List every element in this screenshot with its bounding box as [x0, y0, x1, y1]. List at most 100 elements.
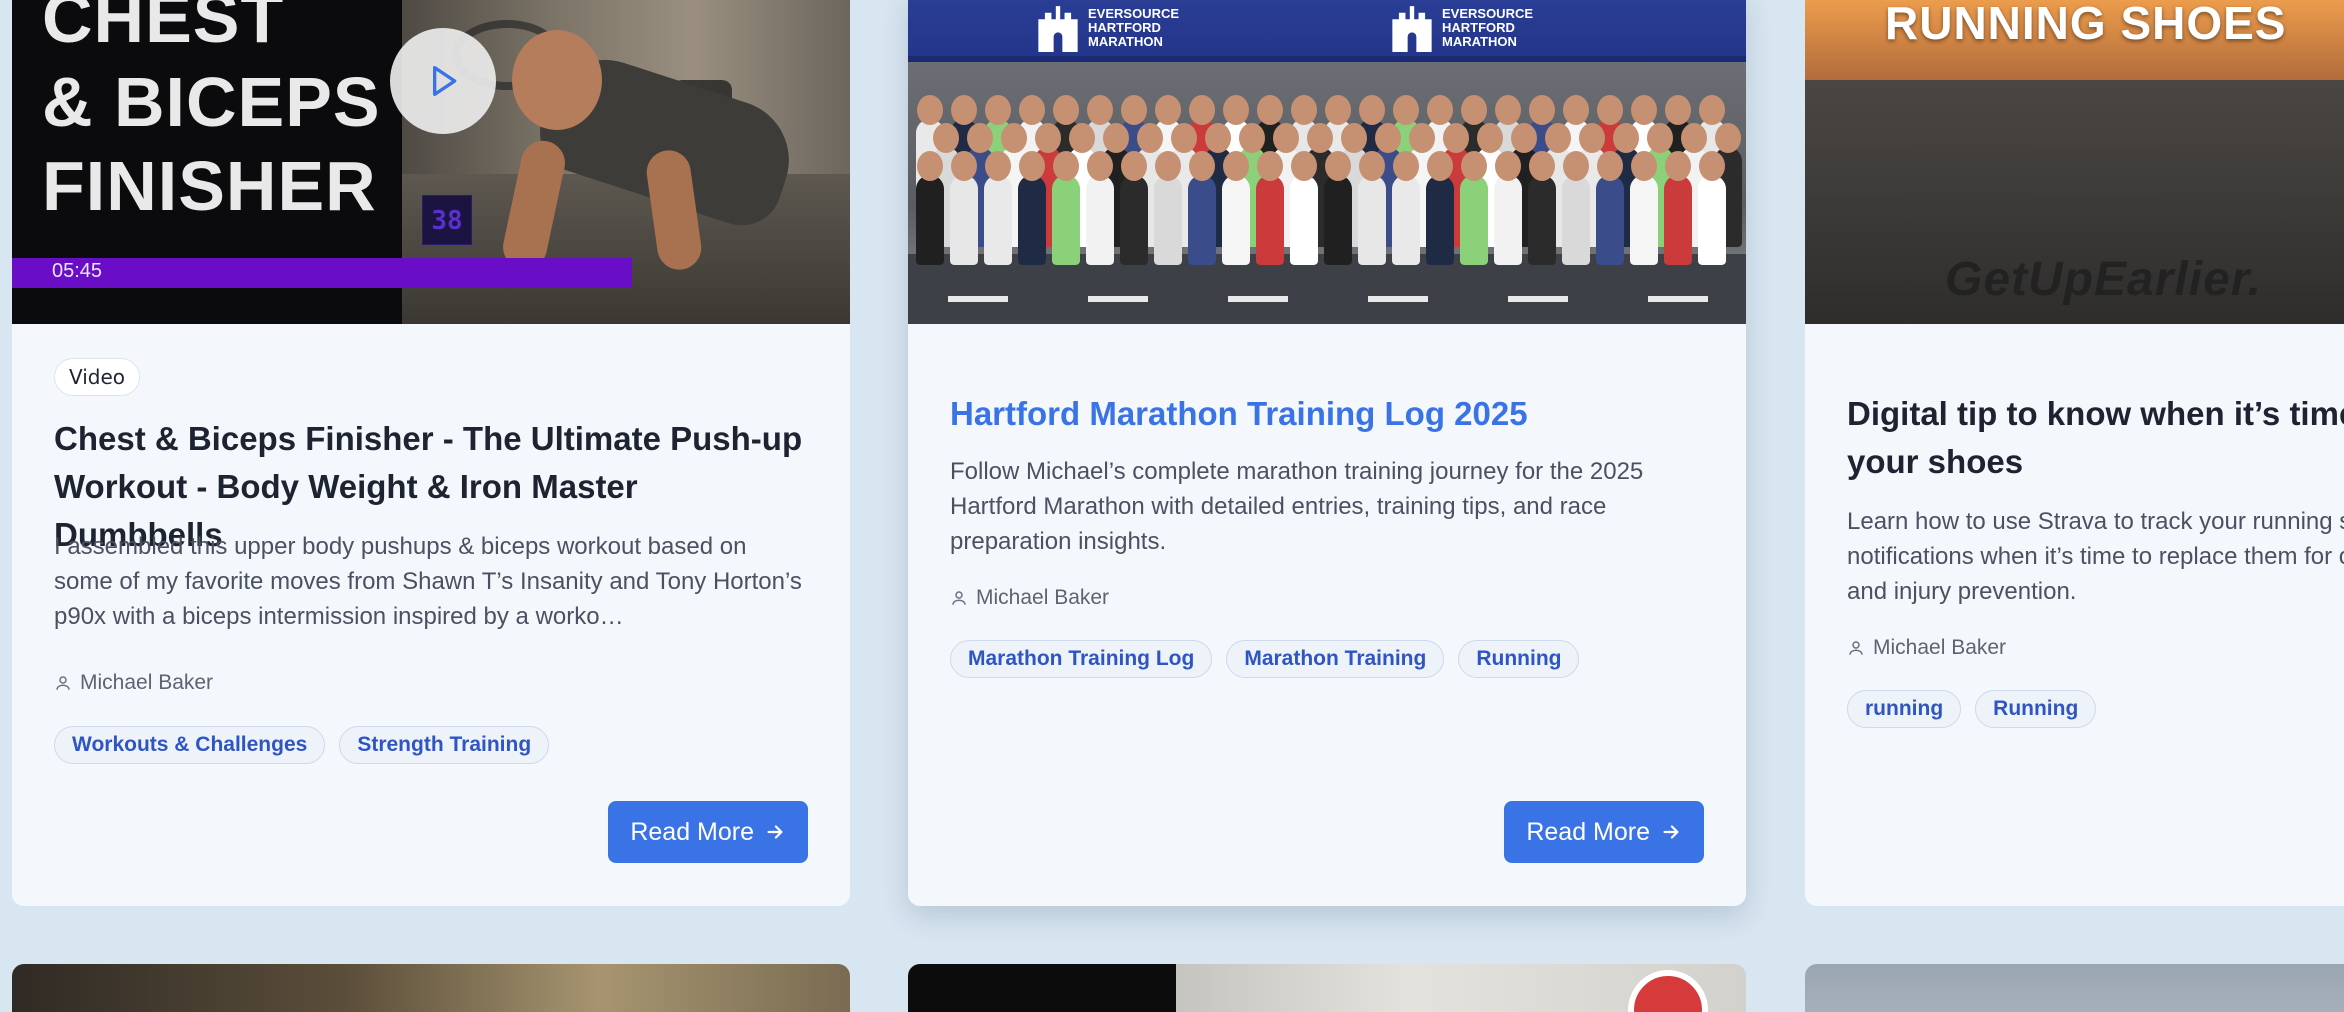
post-card-thumbnail-peek[interactable]: [908, 964, 1746, 1012]
runner-head: [1189, 95, 1215, 125]
runner-head: [1273, 123, 1299, 153]
runner-head: [1699, 95, 1725, 125]
content-type-badge: Video: [54, 358, 141, 396]
runner-head: [1427, 95, 1453, 125]
tag-pill[interactable]: Workouts & Challenges: [54, 726, 326, 764]
runner-head: [1495, 95, 1521, 125]
runner-head: [1563, 151, 1589, 181]
tag-list: running Running: [1847, 690, 2344, 728]
runner-head: [1427, 151, 1453, 181]
runner-figure: [1358, 175, 1386, 265]
post-author: Michael Baker: [1847, 636, 2344, 660]
runner-head: [1155, 151, 1181, 181]
runner-figure: [1052, 175, 1080, 265]
video-thumbnail[interactable]: CHEST & BICEPS FINISHER 38 05:45: [12, 0, 850, 324]
arrow-right-icon: [1663, 825, 1679, 839]
post-thumbnail[interactable]: EVERSOURCE HARTFORD MARATHON EVERSOURCE …: [908, 0, 1746, 324]
runner-head: [1545, 123, 1571, 153]
runner-head: [1239, 123, 1265, 153]
runner-head: [1665, 95, 1691, 125]
tag-pill[interactable]: Marathon Training Log: [950, 640, 1213, 678]
post-card-thumbnail-peek[interactable]: [1805, 964, 2344, 1012]
runner-head: [1597, 151, 1623, 181]
runner-figure: [950, 175, 978, 265]
race-logo-line2: HARTFORD: [1088, 20, 1161, 35]
castle-logo-icon: [1392, 6, 1432, 52]
read-more-button[interactable]: Read More: [608, 801, 808, 863]
runner-head: [1631, 151, 1657, 181]
post-card-thumbnail-peek[interactable]: [12, 964, 850, 1012]
runner-head: [1171, 123, 1197, 153]
runner-head: [1613, 123, 1639, 153]
runner-head: [1121, 151, 1147, 181]
runner-head: [1121, 95, 1147, 125]
post-title[interactable]: Hartford Marathon Training Log 2025: [950, 390, 1704, 438]
read-more-label: Read More: [630, 817, 754, 846]
runner-figure: [1018, 175, 1046, 265]
runner-head: [1529, 151, 1555, 181]
post-card-hartford-marathon[interactable]: EVERSOURCE HARTFORD MARATHON EVERSOURCE …: [908, 0, 1746, 906]
author-name: Michael Baker: [976, 586, 1110, 609]
runner-figure: [1562, 175, 1590, 265]
post-excerpt: Follow Michael’s complete marathon train…: [950, 458, 1644, 555]
runner-head: [1087, 151, 1113, 181]
post-title[interactable]: Digital tip to know when it’s time to re…: [1847, 390, 2344, 486]
runner-head: [1579, 123, 1605, 153]
post-excerpt: Learn how to use Strava to track your ru…: [1847, 508, 2344, 605]
post-author: Michael Baker: [54, 671, 808, 695]
author-name: Michael Baker: [1873, 636, 2007, 659]
video-rep-counter: 38: [422, 195, 472, 245]
runner-head: [1681, 123, 1707, 153]
runner-head: [1257, 95, 1283, 125]
runner-figure: [1664, 175, 1692, 265]
blog-grid: CHEST & BICEPS FINISHER 38 05:45 Video C…: [0, 0, 2344, 1012]
play-button[interactable]: [390, 28, 496, 134]
read-more-button[interactable]: Read More: [1504, 801, 1704, 863]
post-thumbnail[interactable]: RUNNING SHOES GetUpEarlier.: [1805, 0, 2344, 324]
runner-head: [1529, 95, 1555, 125]
runner-figure: [1290, 175, 1318, 265]
runner-head: [1291, 151, 1317, 181]
post-excerpt: I assembled this upper body pushups & bi…: [54, 533, 802, 630]
tag-pill[interactable]: running: [1847, 690, 1962, 728]
read-more-label: Read More: [1526, 817, 1650, 846]
runner-head: [1053, 95, 1079, 125]
post-card-chest-biceps[interactable]: CHEST & BICEPS FINISHER 38 05:45 Video C…: [12, 0, 850, 906]
post-card-shoe-tip[interactable]: RUNNING SHOES GetUpEarlier. Digital tip …: [1805, 0, 2344, 906]
runner-figure: [1086, 175, 1114, 265]
runner-figure: [984, 175, 1012, 265]
runner-head: [917, 95, 943, 125]
race-logo-line2: HARTFORD: [1442, 20, 1515, 35]
runner-head: [1257, 151, 1283, 181]
runner-figure: [1698, 175, 1726, 265]
video-duration: 05:45: [52, 260, 103, 282]
runner-head: [1443, 123, 1469, 153]
user-icon: [56, 676, 70, 690]
thumbnail-watermark: GetUpEarlier.: [1945, 253, 2263, 306]
runner-head: [951, 95, 977, 125]
runner-head: [1019, 95, 1045, 125]
runner-figure: [1120, 175, 1148, 265]
runner-head: [1053, 151, 1079, 181]
runner-head: [1155, 95, 1181, 125]
runner-head: [1325, 151, 1351, 181]
race-logo: EVERSOURCE HARTFORD MARATHON: [1036, 4, 1179, 52]
runner-figure: [916, 175, 944, 265]
tag-pill[interactable]: Running: [1458, 640, 1580, 678]
runner-figure: [1392, 175, 1420, 265]
runner-figure: [1188, 175, 1216, 265]
race-logo-line1: EVERSOURCE: [1088, 6, 1180, 21]
runner-figure: [1494, 175, 1522, 265]
race-logo-line3: MARATHON: [1442, 34, 1517, 49]
runner-figure: [1630, 175, 1658, 265]
play-icon: [433, 66, 457, 97]
race-banner: EVERSOURCE HARTFORD MARATHON EVERSOURCE …: [908, 0, 1746, 62]
tag-pill[interactable]: Running: [1975, 690, 2097, 728]
runner-head: [1291, 95, 1317, 125]
thumbnail-headline: RUNNING SHOES: [1885, 0, 2287, 49]
tag-list: Workouts & Challenges Strength Training: [54, 726, 808, 764]
runner-head: [1223, 151, 1249, 181]
tag-pill[interactable]: Marathon Training: [1226, 640, 1445, 678]
tag-pill[interactable]: Strength Training: [339, 726, 550, 764]
runner-head: [1461, 95, 1487, 125]
